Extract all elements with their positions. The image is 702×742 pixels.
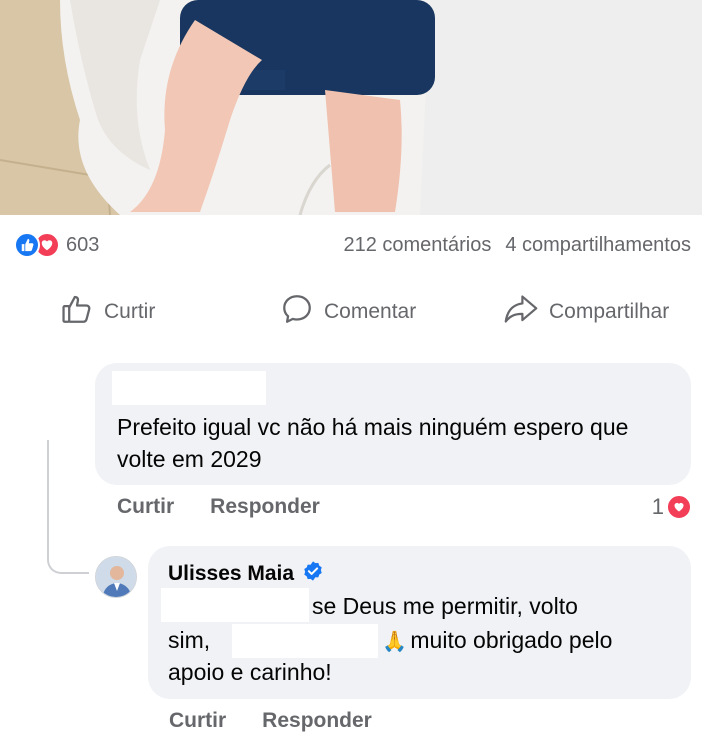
reply-reply-link[interactable]: Responder	[262, 709, 372, 733]
engagement-counts: 212 comentários 4 compartilhamentos	[343, 234, 691, 257]
reactions-summary[interactable]: 603	[14, 232, 99, 258]
reply-thread-line	[47, 440, 89, 574]
heart-icon	[666, 494, 692, 520]
reply-bubble: Ulisses Maia se Deus me permitir, volto …	[148, 546, 691, 699]
avatar[interactable]	[95, 556, 137, 598]
shares-count-link[interactable]: 4 compartilhamentos	[505, 234, 691, 257]
share-button[interactable]: Compartilhar	[503, 288, 669, 336]
reply-text-line: 🙏 muito obrigado pelo	[382, 624, 612, 658]
comment-button[interactable]: Comentar	[280, 288, 416, 336]
thumbs-up-icon	[60, 292, 94, 332]
post-actions-bar: Curtir Comentar Compartilhar	[0, 288, 702, 336]
comment-icon	[280, 292, 314, 332]
reply-author-name: Ulisses Maia	[168, 562, 295, 585]
comment-reaction-count: 1	[651, 494, 664, 519]
reply-author[interactable]: Ulisses Maia	[168, 560, 324, 588]
post-photo[interactable]	[0, 0, 702, 215]
redacted-mention	[161, 588, 309, 622]
baby-photo-illustration	[0, 0, 702, 215]
redacted-commenter-name	[112, 371, 266, 405]
verified-icon	[302, 560, 324, 588]
reply-text-line: sim,	[168, 627, 211, 653]
comment-label: Comentar	[324, 300, 417, 323]
like-button[interactable]: Curtir	[60, 288, 155, 336]
post-stats: 603 212 comentários 4 compartilhamentos	[0, 226, 702, 266]
redacted-mention	[232, 624, 378, 658]
reply-text-line: apoio e carinho!	[168, 659, 332, 685]
share-label: Compartilhar	[549, 300, 670, 323]
reply-text-segment: muito obrigado pelo	[410, 627, 613, 653]
comment-bubble: Prefeito igual vc não há mais ninguém es…	[95, 363, 691, 485]
like-icon	[14, 232, 40, 258]
praying-hands-icon: 🙏	[382, 631, 407, 653]
reply-like-link[interactable]: Curtir	[169, 709, 226, 733]
reaction-count: 603	[66, 233, 100, 256]
comments-count-link[interactable]: 212 comentários	[343, 234, 491, 257]
comment-like-link[interactable]: Curtir	[117, 495, 174, 519]
reply-actions: Curtir Responder	[169, 709, 372, 733]
comment-reactions[interactable]: 1	[652, 494, 692, 520]
comment-text: Prefeito igual vc não há mais ninguém es…	[117, 414, 629, 472]
reply-text-line: se Deus me permitir, volto	[312, 593, 578, 619]
comment-actions: Curtir Responder	[117, 495, 320, 519]
like-label: Curtir	[104, 300, 156, 323]
comment-reply-link[interactable]: Responder	[210, 495, 320, 519]
share-icon	[503, 292, 539, 332]
